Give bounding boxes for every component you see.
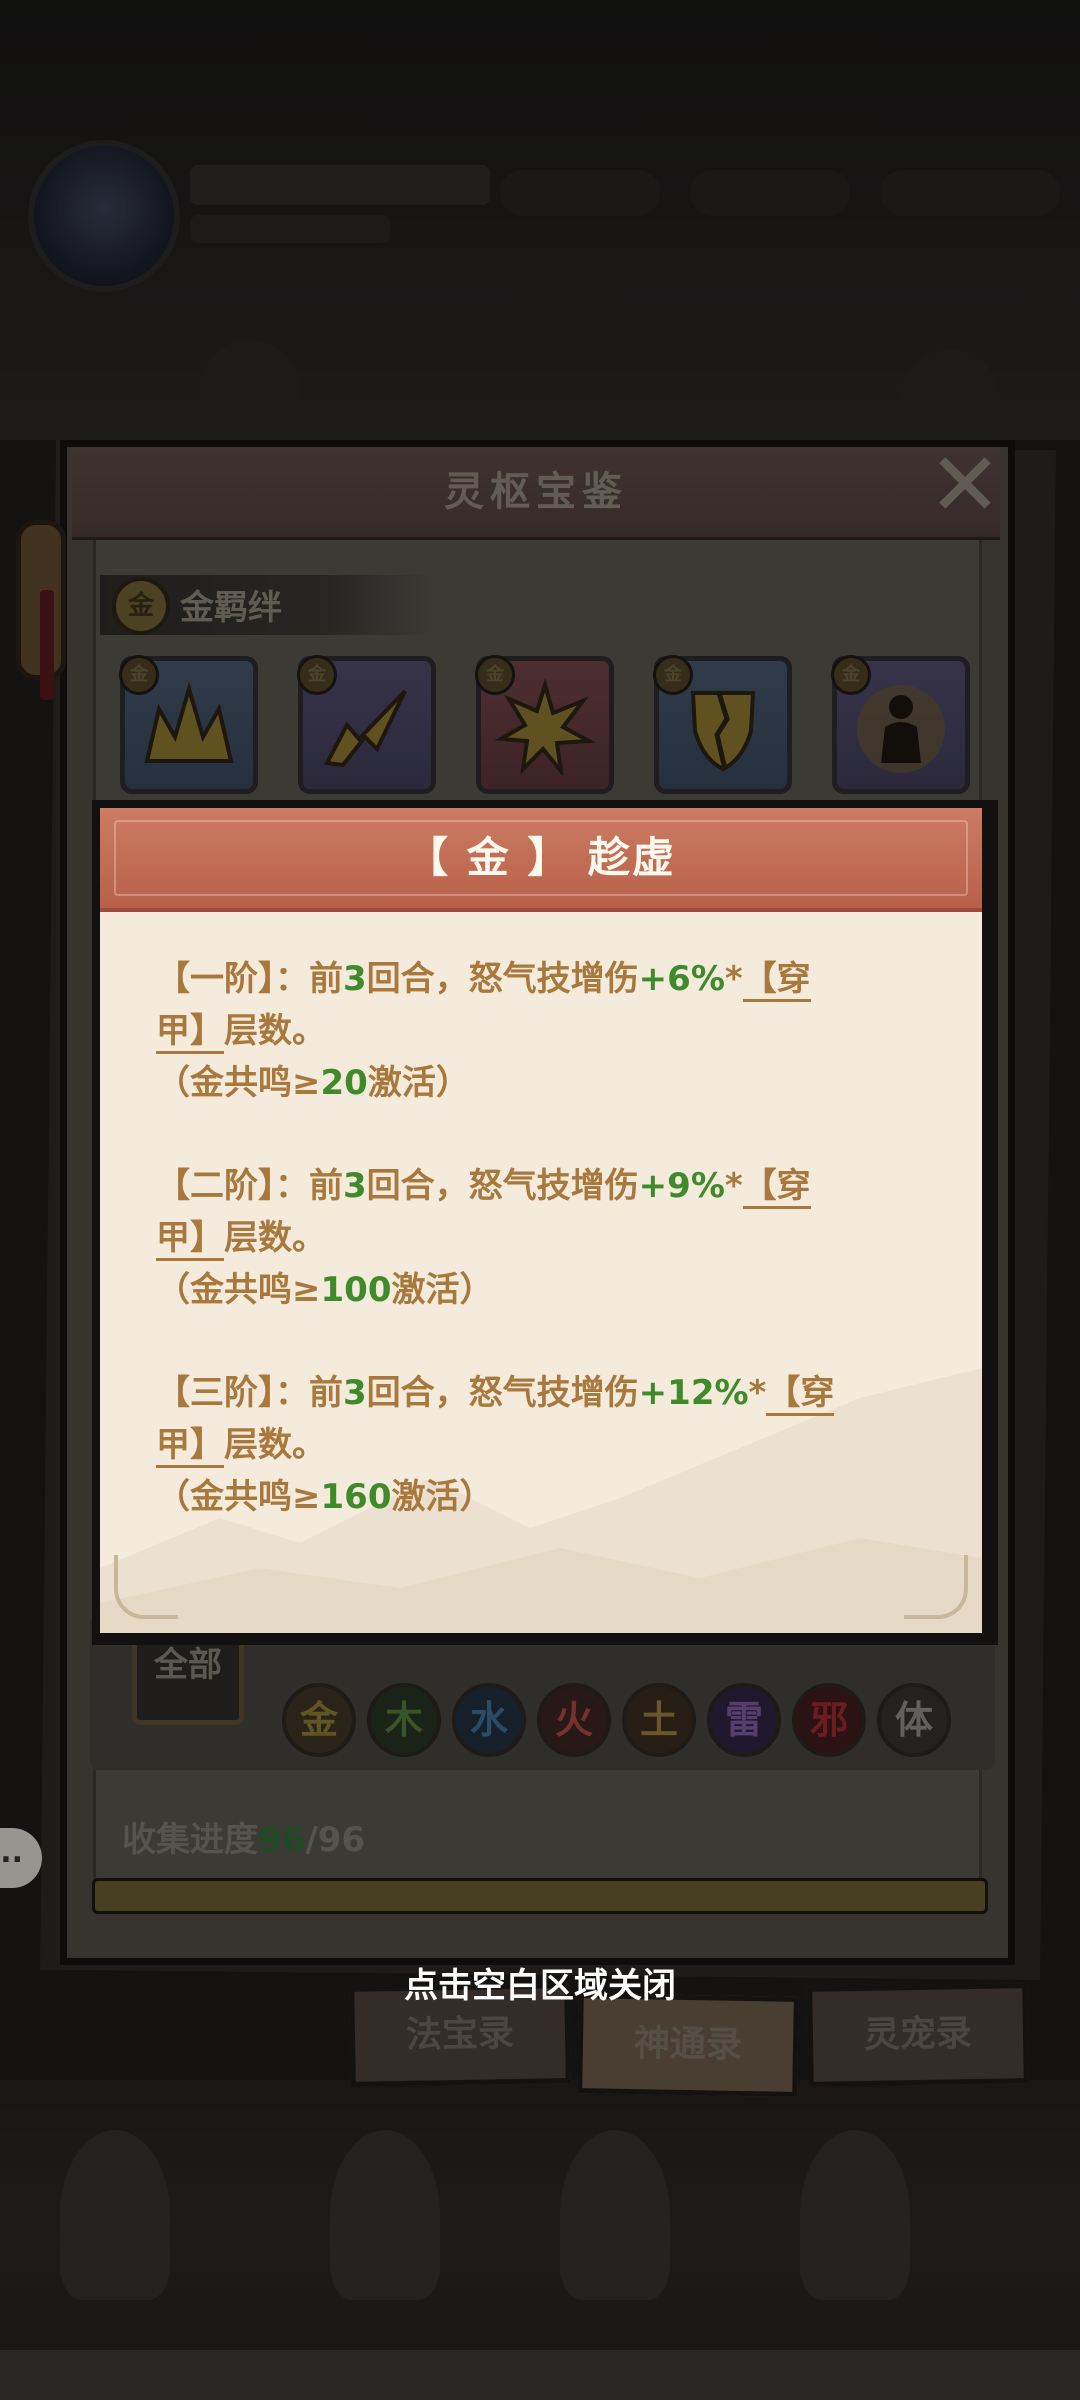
popup-title: 【 金 】 趁虚 [406,833,676,882]
corner-ornament [904,1555,968,1619]
tier-2-description: 【二阶】：前3回合，怒气技增伤+9%*【穿 甲】层数。 （金共鸣≥100激活） [156,1166,811,1310]
tier-1-description: 【一阶】：前3回合，怒气技增伤+6%*【穿 甲】层数。 （金共鸣≥20激活） [156,959,811,1103]
corner-ornament [114,1555,178,1619]
tap-to-close-hint: 点击空白区域关闭 [404,1966,676,2006]
tier-3-description: 【三阶】：前3回合，怒气技增伤+12%*【穿 甲】层数。 （金共鸣≥160激活） [156,1373,835,1517]
skill-detail-popup: 【 金 】 趁虚 【一阶】：前3回合，怒气技增伤+6%*【穿 甲】层数。 （金共鸣≥… [100,808,982,1633]
